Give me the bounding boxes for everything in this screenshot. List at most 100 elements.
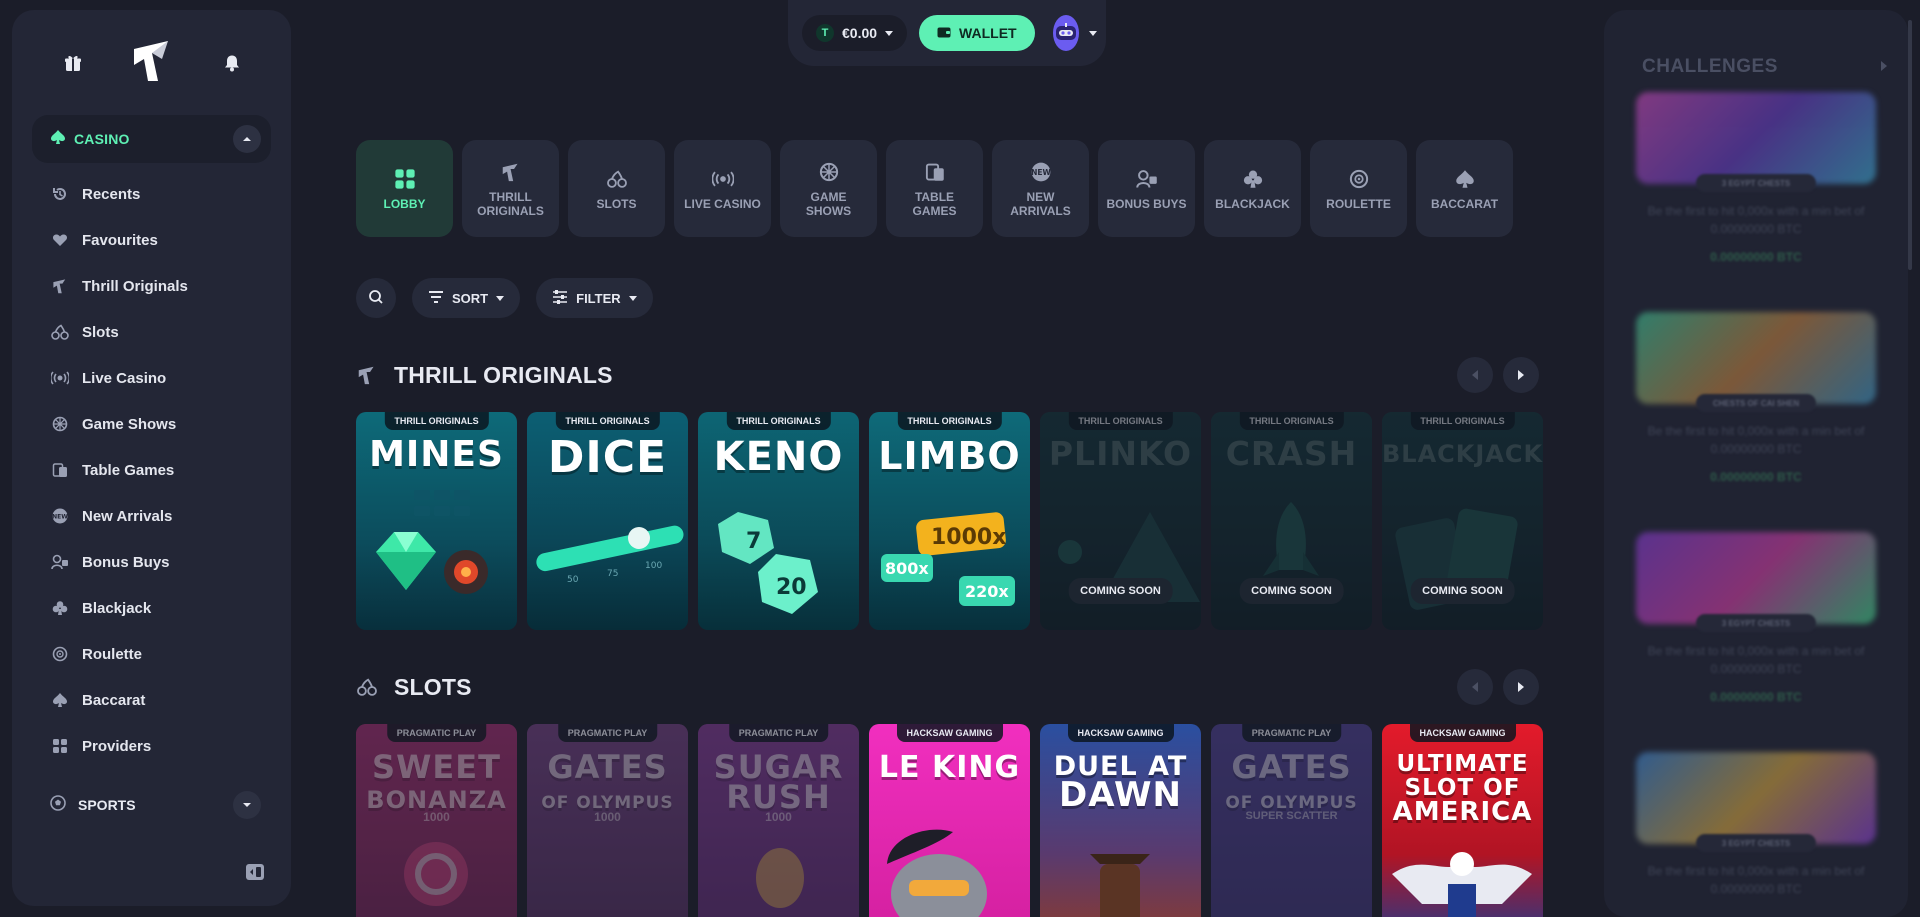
search-icon	[368, 289, 384, 308]
game-card-gates-of-olympus-super-scatter[interactable]: PRAGMATIC PLAY GATES OF OLYMPUS SUPER SCA…	[1211, 724, 1372, 917]
sidebar-item-favourites[interactable]: Favourites	[32, 217, 271, 263]
game-card-keno[interactable]: THRILL ORIGINALS KENO 7 20	[698, 412, 859, 630]
sidebar-item-live-casino[interactable]: Live Casino	[32, 355, 271, 401]
sidebar-item-new-arrivals[interactable]: NEW New Arrivals	[32, 493, 271, 539]
thrill-logo[interactable]	[130, 37, 176, 88]
challenge-image	[1636, 532, 1876, 624]
challenge-card[interactable]: 3 EGYPT CHESTS Be the first to hit 0,000…	[1636, 752, 1876, 898]
game-title: GATES OF OLYMPUS	[1225, 748, 1358, 813]
sort-button[interactable]: SORT	[412, 278, 521, 318]
game-card-ultimate-slot-of-america[interactable]: HACKSAW GAMING ULTIMATE SLOT OF AMERICA	[1382, 724, 1543, 917]
tab-blackjack[interactable]: BLACKJACK	[1204, 140, 1301, 237]
filter-button[interactable]: FILTER	[536, 278, 653, 318]
sidebar-item-label: New Arrivals	[82, 507, 173, 525]
live-icon	[50, 368, 70, 388]
challenge-card[interactable]: 3 EGYPT CHESTS Be the first to hit 0,000…	[1636, 532, 1876, 704]
sidebar-item-thrill-originals[interactable]: Thrill Originals	[32, 263, 271, 309]
sports-section-toggle[interactable]: SPORTS	[32, 781, 271, 829]
sidebar-item-bonus-buys[interactable]: Bonus Buys	[32, 539, 271, 585]
sidebar-item-roulette[interactable]: Roulette	[32, 631, 271, 677]
new-badge-icon: NEW	[1029, 160, 1053, 184]
prev-button[interactable]	[1457, 669, 1493, 705]
sidebar-item-blackjack[interactable]: Blackjack	[32, 585, 271, 631]
game-card-sweet-bonanza[interactable]: PRAGMATIC PLAY SWEET BONANZA 1000	[356, 724, 517, 917]
prev-button[interactable]	[1457, 357, 1493, 393]
balance-selector[interactable]: T €0.00	[802, 15, 908, 51]
challenge-card[interactable]: CHESTS OF CAI SHEN Be the first to hit 0…	[1636, 312, 1876, 484]
game-title: DUEL AT DAWN	[1053, 751, 1188, 815]
sidebar-item-slots[interactable]: Slots	[32, 309, 271, 355]
collapse-sidebar-icon[interactable]	[245, 862, 267, 884]
coming-soon-badge: COMING SOON	[1410, 578, 1515, 604]
provider-tag: PRAGMATIC PLAY	[1241, 724, 1342, 742]
sidebar-item-label: Game Shows	[82, 415, 177, 433]
sidebar-item-label: Blackjack	[82, 599, 152, 617]
game-card-mines[interactable]: THRILL ORIGINALS MINES	[356, 412, 517, 630]
tab-thrill-originals[interactable]: THRILL ORIGINALS	[462, 140, 559, 237]
game-card-duel-at-dawn[interactable]: HACKSAW GAMING DUEL AT DAWN	[1040, 724, 1201, 917]
svg-text:100: 100	[645, 561, 662, 571]
game-title: DICE	[547, 432, 668, 483]
provider-tag: THRILL ORIGINALS	[555, 412, 660, 430]
next-button[interactable]	[1503, 357, 1539, 393]
game-card-le-king[interactable]: HACKSAW GAMING LE KING	[869, 724, 1030, 917]
tab-table-games[interactable]: TABLE GAMES	[886, 140, 983, 237]
game-card-dice[interactable]: THRILL ORIGINALS DICE 50 75 100	[527, 412, 688, 630]
account-menu-chevron-icon[interactable]	[1088, 30, 1097, 36]
challenges-next-icon[interactable]	[1880, 58, 1888, 76]
game-card-limbo[interactable]: THRILL ORIGINALS LIMBO 1000x 800x 220x	[869, 412, 1030, 630]
tab-baccarat[interactable]: BACCARAT	[1416, 140, 1513, 237]
bell-icon[interactable]	[221, 52, 243, 74]
challenge-card[interactable]: 3 EGYPT CHESTS Be the first to hit 0,000…	[1636, 92, 1876, 264]
sidebar-item-game-shows[interactable]: Game Shows	[32, 401, 271, 447]
sidebar-item-recents[interactable]: Recents	[32, 171, 271, 217]
provider-tag: PRAGMATIC PLAY	[728, 724, 829, 742]
expand-sports-button[interactable]	[233, 791, 261, 819]
coming-soon-badge: COMING SOON	[1239, 578, 1344, 604]
sidebar-item-label: Baccarat	[82, 691, 146, 709]
game-card-crash[interactable]: THRILL ORIGINALS CRASH COMING SOON	[1211, 412, 1372, 630]
next-button[interactable]	[1503, 669, 1539, 705]
slots-row: PRAGMATIC PLAY SWEET BONANZA 1000 PRAGMAT…	[356, 724, 1543, 917]
tab-game-shows[interactable]: GAME SHOWS	[780, 140, 877, 237]
raccoon-artwork	[887, 829, 987, 917]
cards-icon	[50, 460, 70, 480]
tab-slots[interactable]: SLOTS	[568, 140, 665, 237]
sidebar-item-label: Providers	[82, 737, 152, 755]
chevron-down-icon	[885, 30, 894, 36]
challenge-description: Be the first to hit 0,000x with a min be…	[1647, 424, 1865, 456]
cherries-icon	[356, 676, 378, 698]
provider-tag: THRILL ORIGINALS	[1239, 412, 1344, 430]
casino-label: CASINO	[74, 131, 130, 147]
cherries-icon	[50, 322, 70, 342]
game-title: PLINKO	[1048, 434, 1193, 473]
toolbar: SORT FILTER	[356, 278, 653, 318]
avatar[interactable]	[1052, 15, 1079, 51]
tab-live-casino[interactable]: LIVE CASINO	[674, 140, 771, 237]
tab-lobby[interactable]: LOBBY	[356, 140, 453, 237]
sidebar-item-baccarat[interactable]: Baccarat	[32, 677, 271, 723]
gift-icon[interactable]	[62, 52, 84, 74]
game-card-plinko[interactable]: THRILL ORIGINALS PLINKO COMING SOON	[1040, 412, 1201, 630]
club-icon	[50, 598, 70, 618]
tab-label: NEW ARRIVALS	[1010, 189, 1071, 218]
sort-label: SORT	[452, 290, 489, 306]
game-card-sugar-rush[interactable]: PRAGMATIC PLAY SUGAR RUSH 1000	[698, 724, 859, 917]
tab-roulette[interactable]: ROULETTE	[1310, 140, 1407, 237]
page-scrollbar[interactable]	[1908, 20, 1912, 270]
search-button[interactable]	[356, 278, 396, 318]
sidebar-item-providers[interactable]: Providers	[32, 723, 271, 769]
collapse-casino-button[interactable]	[233, 125, 261, 153]
sidebar-item-table-games[interactable]: Table Games	[32, 447, 271, 493]
game-title: CRASH	[1225, 434, 1358, 473]
game-card-gates-of-olympus[interactable]: PRAGMATIC PLAY GATES OF OLYMPUS 1000	[527, 724, 688, 917]
game-card-blackjack[interactable]: THRILL ORIGINALS BLACKJACK COMING SOON	[1382, 412, 1543, 630]
svg-text:20: 20	[776, 575, 807, 600]
challenge-image	[1636, 752, 1876, 844]
wallet-button[interactable]: WALLET	[919, 15, 1035, 51]
challenge-image	[1636, 312, 1876, 404]
gumball-artwork	[756, 848, 804, 908]
tab-new-arrivals[interactable]: NEW NEW ARRIVALS	[992, 140, 1089, 237]
tab-bonus-buys[interactable]: BONUS BUYS	[1098, 140, 1195, 237]
casino-section-toggle[interactable]: CASINO	[32, 115, 271, 163]
